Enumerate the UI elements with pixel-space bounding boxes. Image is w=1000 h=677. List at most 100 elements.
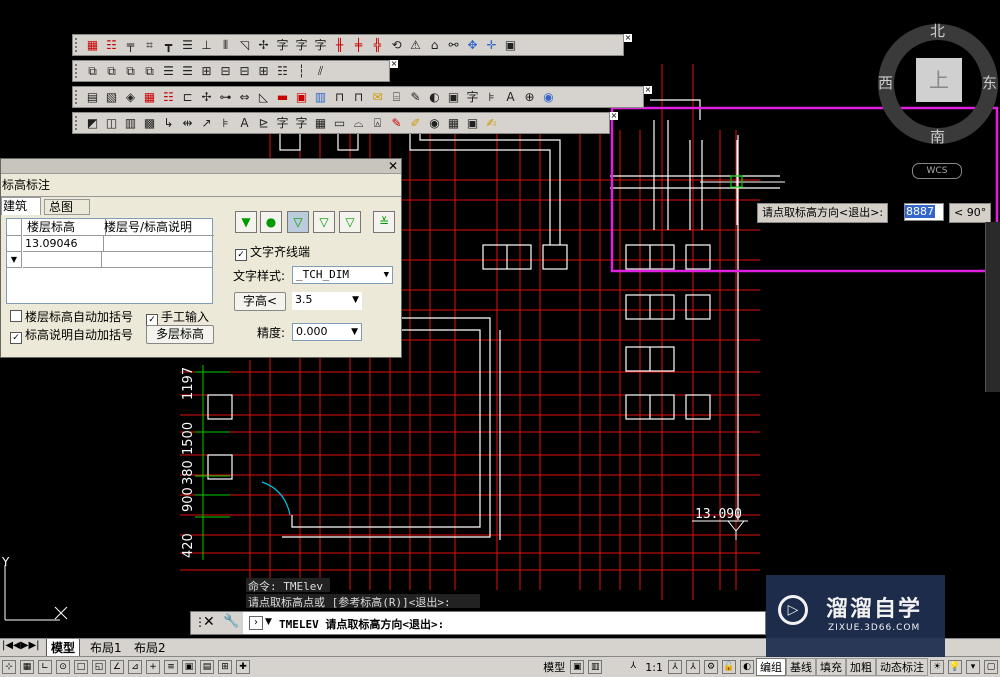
c16-icon[interactable]: ✉ [370, 90, 385, 105]
tab-site[interactable]: 总图 [44, 199, 90, 215]
qp-icon[interactable]: ▤ [200, 660, 214, 674]
stairs2-icon[interactable]: ╪ [351, 38, 366, 53]
multi-level-button[interactable]: 多层标高 [146, 325, 214, 344]
beam-icon[interactable]: ╤ [123, 38, 138, 53]
symbol-multi-icon[interactable]: ≚ [373, 211, 395, 233]
d18-icon[interactable]: ✐ [408, 116, 423, 131]
annotation-scale-icon[interactable]: ⅄ [626, 660, 640, 674]
sc-icon[interactable]: ⊞ [218, 660, 232, 674]
annotation-scale[interactable]: 1:1 [642, 661, 666, 674]
b9-icon[interactable]: ⊟ [237, 64, 252, 79]
compass-south[interactable]: 南 [930, 126, 945, 147]
chk-floor-bracket[interactable]: 楼层标高自动加括号 [10, 308, 133, 325]
viewcube-top[interactable]: 上 [916, 58, 962, 102]
c8-icon[interactable]: ⊶ [218, 90, 233, 105]
chk-manual-input[interactable]: ✓ 手工输入 [146, 308, 209, 326]
tab-layout1[interactable]: 布局1 [86, 639, 126, 656]
c12-icon[interactable]: ▣ [294, 90, 309, 105]
b8-icon[interactable]: ⊟ [218, 64, 233, 79]
north-icon[interactable]: ⌂ [427, 38, 442, 53]
dynamic-input-field[interactable]: 8887 [904, 203, 944, 221]
d14-icon[interactable]: ▭ [332, 116, 347, 131]
d13-icon[interactable]: ▦ [313, 116, 328, 131]
grid-display-icon[interactable]: ▦ [20, 660, 34, 674]
close-icon[interactable]: ✕ [203, 614, 215, 630]
c22-icon[interactable]: ⊧ [484, 90, 499, 105]
status-btn-bold[interactable]: 加粗 [846, 658, 876, 676]
b13-icon[interactable]: ⫽ [313, 64, 328, 79]
c10-icon[interactable]: ◺ [256, 90, 271, 105]
chk-text-align[interactable]: ✓ 文字齐线端 [235, 243, 310, 261]
layout-icon[interactable]: ▣ [570, 660, 585, 674]
rotate-icon[interactable]: ⟲ [389, 38, 404, 53]
d6-icon[interactable]: ⇹ [180, 116, 195, 131]
b4-icon[interactable]: ⧉ [142, 64, 157, 79]
d3-icon[interactable]: ▥ [123, 116, 138, 131]
d19-icon[interactable]: ◉ [427, 116, 442, 131]
lineweight-icon[interactable]: ≡ [164, 660, 178, 674]
c13-icon[interactable]: ▥ [313, 90, 328, 105]
d5-icon[interactable]: ↳ [161, 116, 176, 131]
text-style-select[interactable]: _TCH_DIM ▼ [292, 266, 393, 284]
lock-icon[interactable]: 🔓 [722, 660, 736, 674]
command-line[interactable]: ⋮ ✕ 🔧 › ▼ TMELEV 请点取标高方向<退出>: [190, 611, 766, 635]
status-btn-fill[interactable]: 填充 [816, 658, 846, 676]
am-icon[interactable]: ✚ [236, 660, 250, 674]
symbol-open-icon[interactable]: ▽ [287, 211, 309, 233]
b7-icon[interactable]: ⊞ [199, 64, 214, 79]
cell-desc-1[interactable] [102, 236, 212, 252]
wall-icon[interactable]: ⌗ [142, 38, 157, 53]
arc-icon[interactable]: ◹ [237, 38, 252, 53]
ortho-icon[interactable]: ∟ [38, 660, 52, 674]
c25-icon[interactable]: ◉ [541, 90, 556, 105]
axis2-icon[interactable]: ⫴ [218, 38, 233, 53]
cell-elevation-2[interactable] [23, 252, 102, 268]
compass-west[interactable]: 西 [878, 72, 893, 93]
c1-icon[interactable]: ▤ [85, 90, 100, 105]
d20-icon[interactable]: ▦ [446, 116, 461, 131]
text-height-select[interactable]: 3.5 ▼ [292, 292, 362, 310]
symbol-flag-icon[interactable]: ▽ [339, 211, 361, 233]
status-btn-baseline[interactable]: 基线 [786, 658, 816, 676]
ducs-icon[interactable]: ⊿ [128, 660, 142, 674]
word2-icon[interactable]: 字 [313, 38, 328, 53]
compass-north[interactable]: 北 [930, 20, 945, 41]
d15-icon[interactable]: ⌓ [351, 116, 366, 131]
row-selector-icon[interactable]: ▼ [7, 252, 22, 268]
workspace-icon[interactable]: ⚙ [704, 660, 718, 674]
tab-nav-icon[interactable]: |◀◀▶▶| [2, 640, 40, 651]
c11-icon[interactable]: ▬ [275, 90, 290, 105]
d7-icon[interactable]: ↗ [199, 116, 214, 131]
word-icon[interactable]: 字 [294, 38, 309, 53]
chk-desc-bracket[interactable]: ✓ 标高说明自动加括号 [10, 326, 133, 344]
dialog-close-button[interactable]: ✕ [388, 159, 398, 173]
grid-icon[interactable]: ▦ [85, 38, 100, 53]
cross-icon[interactable]: ✛ [484, 38, 499, 53]
c2-icon[interactable]: ▧ [104, 90, 119, 105]
otrack-icon[interactable]: ∠ [110, 660, 124, 674]
c6-icon[interactable]: ⊏ [180, 90, 195, 105]
b1-icon[interactable]: ⧉ [85, 64, 100, 79]
c21-icon[interactable]: 字 [465, 90, 480, 105]
close-icon[interactable]: × [390, 60, 398, 68]
d11-icon[interactable]: 字 [275, 116, 290, 131]
polar-icon[interactable]: ⊙ [56, 660, 70, 674]
b11-icon[interactable]: ☷ [275, 64, 290, 79]
b5-icon[interactable]: ☰ [161, 64, 176, 79]
transparency-icon[interactable]: ▣ [182, 660, 196, 674]
wrench-icon[interactable]: 🔧 [223, 614, 239, 629]
d9-icon[interactable]: A [237, 116, 252, 131]
c14-icon[interactable]: ⊓ [332, 90, 347, 105]
c4-icon[interactable]: ▦ [142, 90, 157, 105]
precision-select[interactable]: 0.000 ▼ [292, 323, 362, 341]
c15-icon[interactable]: ⊓ [351, 90, 366, 105]
stairs-icon[interactable]: ╫ [332, 38, 347, 53]
move-icon[interactable]: ✥ [465, 38, 480, 53]
status-btn-dynamic-dim[interactable]: 动态标注 [876, 658, 928, 676]
viewports-icon[interactable]: ▥ [588, 660, 603, 674]
c5-icon[interactable]: ☷ [161, 90, 176, 105]
text-height-button[interactable]: 字高< [234, 292, 286, 311]
b3-icon[interactable]: ⧉ [123, 64, 138, 79]
snap-icon[interactable]: ⊹ [2, 660, 16, 674]
bulb-icon[interactable]: 💡 [948, 660, 962, 674]
